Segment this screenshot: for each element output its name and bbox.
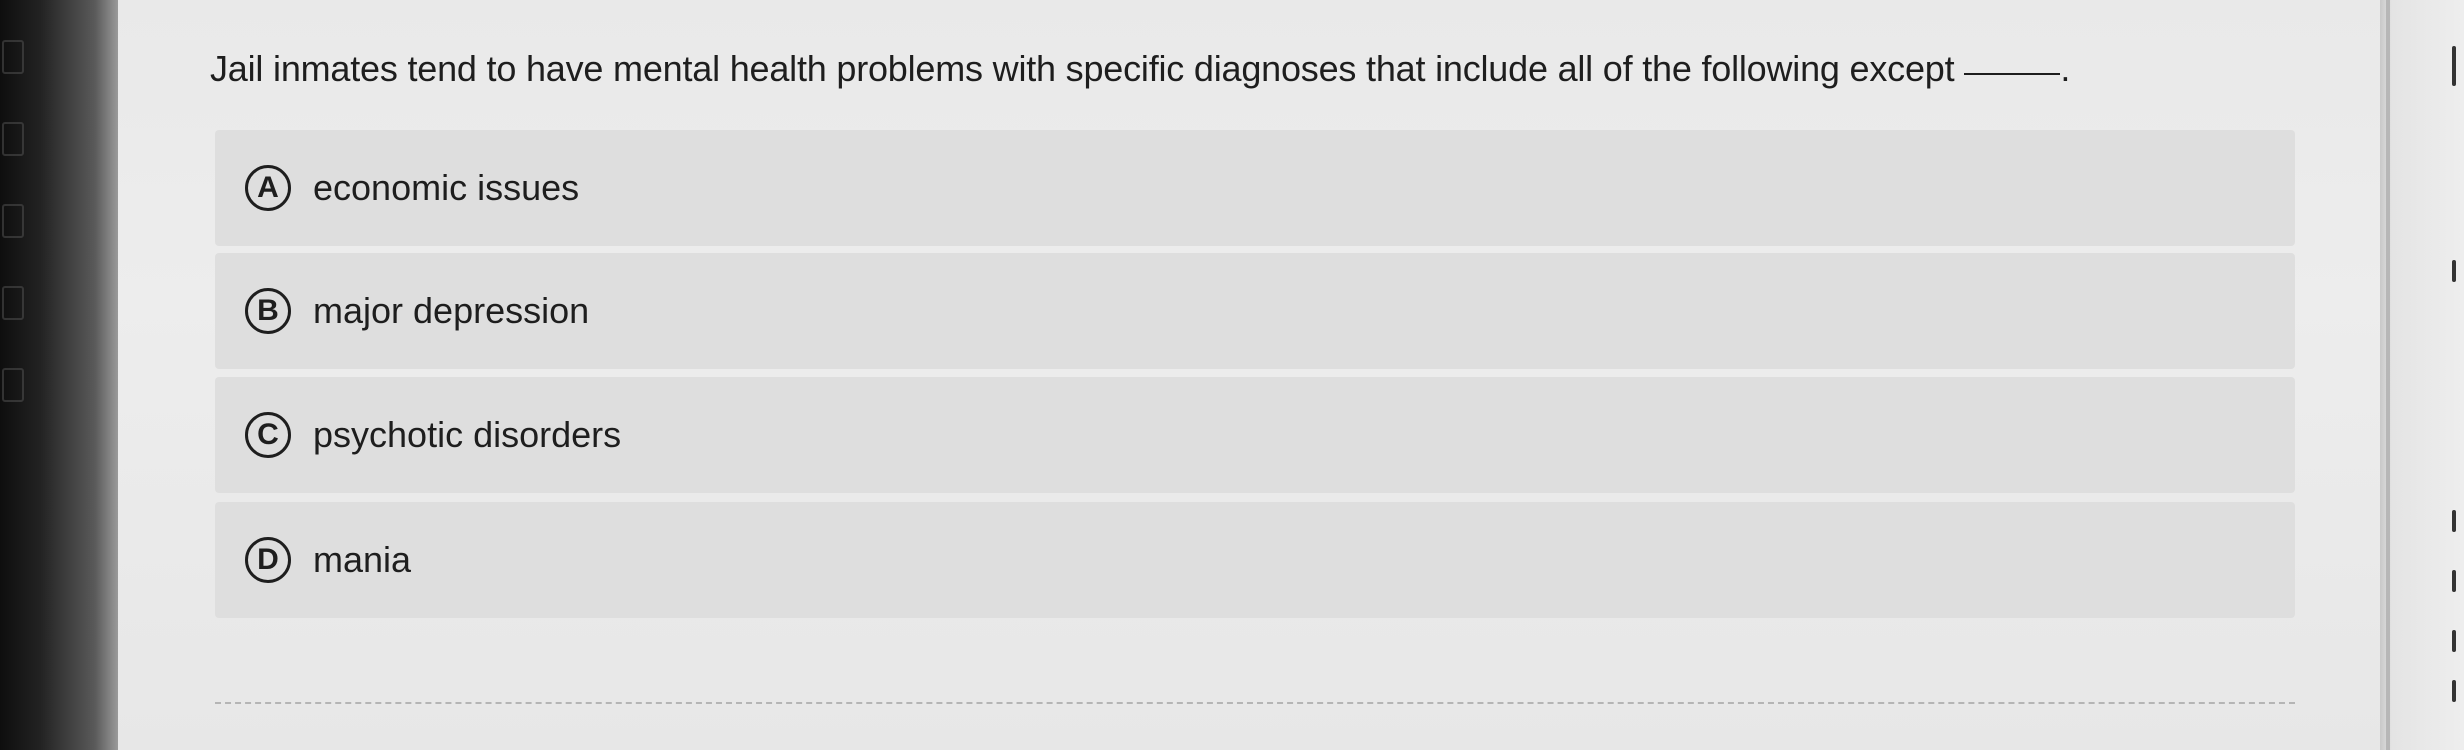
photo-screen: Jail inmates tend to have mental health …: [0, 0, 2464, 750]
edge-icon: [2, 286, 24, 320]
option-d[interactable]: D mania: [215, 502, 2295, 618]
option-b[interactable]: B major depression: [215, 253, 2295, 369]
edge-icon: [2, 40, 24, 74]
question-panel: [118, 0, 2380, 750]
option-letter-c: C: [245, 412, 291, 458]
option-c[interactable]: C psychotic disorders: [215, 377, 2295, 493]
question-end-punct: .: [2060, 48, 2071, 89]
left-edge-icons: [0, 40, 24, 660]
edge-mark: [2452, 680, 2456, 702]
option-label-c: psychotic disorders: [313, 414, 622, 455]
edge-mark: [2452, 46, 2456, 86]
edge-mark: [2452, 510, 2456, 532]
sidebar-divider: [2386, 0, 2390, 750]
option-label-b: major depression: [313, 290, 590, 331]
edge-mark: [2452, 570, 2456, 592]
section-divider: [215, 702, 2295, 704]
option-letter-b: B: [245, 288, 291, 334]
question-stem: Jail inmates tend to have mental health …: [210, 48, 1955, 89]
answer-blank: [1964, 73, 2061, 75]
option-letter-a: A: [245, 165, 291, 211]
edge-icon: [2, 368, 24, 402]
option-label-d: mania: [313, 539, 412, 580]
edge-mark: [2452, 260, 2456, 282]
edge-icon: [2, 204, 24, 238]
right-edge-marks: [2452, 40, 2464, 740]
question-text: Jail inmates tend to have mental health …: [210, 48, 2070, 90]
option-letter-d: D: [245, 537, 291, 583]
option-label-a: economic issues: [313, 167, 580, 208]
edge-icon: [2, 122, 24, 156]
edge-mark: [2452, 630, 2456, 652]
option-a[interactable]: A economic issues: [215, 130, 2295, 246]
